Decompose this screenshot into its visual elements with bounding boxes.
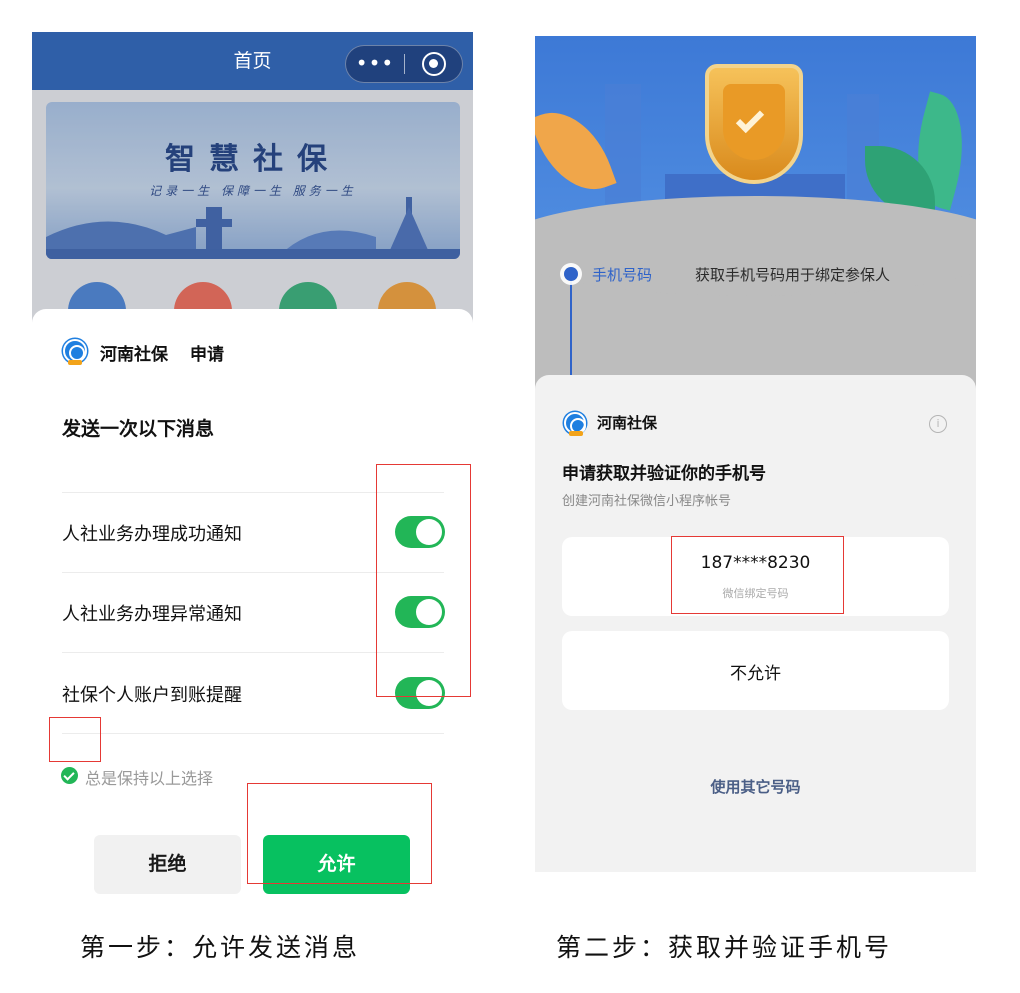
caption-step-one: 第一步：允许发送消息 bbox=[80, 933, 361, 962]
shield-inner bbox=[723, 84, 785, 160]
section-title: 发送一次以下消息 bbox=[62, 418, 215, 440]
highlight-toggles bbox=[376, 464, 471, 697]
caption-step-two: 第二步：获取并验证手机号 bbox=[556, 933, 893, 962]
shield-icon bbox=[705, 64, 803, 184]
request-title: 申请获取并验证你的手机号 bbox=[562, 464, 766, 484]
request-subtitle: 创建河南社保微信小程序帐号 bbox=[562, 494, 732, 509]
step-description: 获取手机号码用于绑定参保人 bbox=[695, 266, 891, 284]
highlight-phone-number bbox=[671, 536, 844, 614]
check-icon bbox=[735, 104, 765, 134]
right-screen: 手机号码 获取手机号码用于绑定参保人 河南社保 i 申请获取并验证你的手机号 创… bbox=[535, 36, 976, 872]
keep-choice-checkbox[interactable] bbox=[61, 767, 78, 784]
message-option-label: 人社业务办理异常通知 bbox=[62, 604, 242, 625]
step-label: 手机号码 bbox=[592, 266, 653, 284]
divider bbox=[62, 733, 444, 734]
deny-button[interactable]: 不允许 bbox=[562, 631, 949, 710]
deny-label: 不允许 bbox=[730, 664, 781, 684]
highlight-keep-checkbox bbox=[49, 717, 101, 762]
app-logo-icon bbox=[63, 339, 87, 365]
message-option-label: 人社业务办理成功通知 bbox=[62, 524, 242, 545]
phone-auth-sheet: 河南社保 i 申请获取并验证你的手机号 创建河南社保微信小程序帐号 187***… bbox=[535, 375, 976, 872]
info-icon[interactable]: i bbox=[929, 415, 947, 433]
more-icon[interactable]: ••• bbox=[346, 46, 404, 82]
highlight-allow-button bbox=[247, 783, 432, 884]
miniprogram-capsule: ••• bbox=[345, 45, 463, 83]
target-icon[interactable] bbox=[422, 52, 446, 76]
message-option-label: 社保个人账户到账提醒 bbox=[62, 685, 242, 706]
step-connector bbox=[570, 280, 572, 380]
app-name: 河南社保 bbox=[597, 414, 658, 432]
building bbox=[605, 84, 641, 204]
step-dot bbox=[564, 267, 578, 281]
app-name: 河南社保 bbox=[100, 345, 168, 365]
app-logo-icon bbox=[564, 412, 586, 436]
capsule-divider bbox=[404, 54, 405, 74]
reject-button[interactable]: 拒绝 bbox=[94, 835, 241, 894]
apply-label: 申请 bbox=[190, 345, 224, 365]
keep-choice-label[interactable]: 总是保持以上选择 bbox=[85, 765, 213, 789]
use-other-number-link[interactable]: 使用其它号码 bbox=[535, 776, 976, 797]
